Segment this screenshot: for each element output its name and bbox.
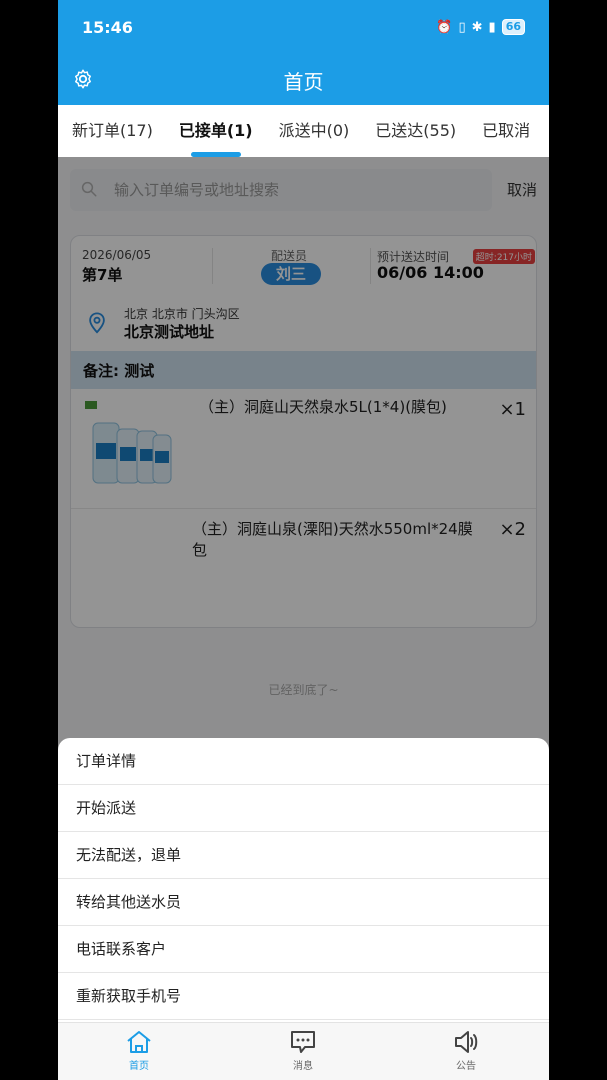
header-bar: 15:46 ⏰ ▯ ✱ ▮ 66 首页 bbox=[58, 0, 549, 105]
alarm-icon: ⏰ bbox=[436, 19, 453, 35]
menu-item-order-details[interactable]: 订单详情 bbox=[58, 738, 549, 785]
tab-delivered[interactable]: 已送达(55) bbox=[375, 105, 456, 157]
battery-icon: 66 bbox=[501, 19, 525, 35]
menu-item-return-order[interactable]: 无法配送，退单 bbox=[58, 832, 549, 879]
status-icons: ⏰ ▯ ✱ ▮ 66 bbox=[436, 19, 525, 35]
tab-delivering[interactable]: 派送中(0) bbox=[279, 105, 350, 157]
home-icon bbox=[127, 1031, 151, 1053]
bottom-nav: 首页 消息 公告 bbox=[58, 1022, 549, 1080]
nav-announcements-label: 公告 bbox=[456, 1061, 476, 1072]
signal-icon: ▮ bbox=[488, 19, 496, 35]
bluetooth-icon: ✱ bbox=[471, 19, 483, 35]
tab-new-orders[interactable]: 新订单(17) bbox=[72, 105, 153, 157]
vibrate-icon: ▯ bbox=[458, 19, 466, 35]
speaker-icon bbox=[455, 1031, 478, 1053]
menu-item-refresh-phone[interactable]: 重新获取手机号 bbox=[58, 973, 549, 1020]
nav-announcements[interactable]: 公告 bbox=[426, 1029, 506, 1072]
nav-messages[interactable]: 消息 bbox=[263, 1029, 343, 1072]
nav-messages-label: 消息 bbox=[293, 1061, 313, 1072]
app-screen: 15:46 ⏰ ▯ ✱ ▮ 66 首页 新订单(17) 已接单(1) 派送中(0… bbox=[58, 0, 549, 1080]
menu-item-transfer[interactable]: 转给其他送水员 bbox=[58, 879, 549, 926]
tab-accepted[interactable]: 已接单(1) bbox=[179, 105, 253, 157]
status-time: 15:46 bbox=[82, 18, 133, 37]
nav-home-label: 首页 bbox=[129, 1061, 149, 1072]
order-tabs: 新订单(17) 已接单(1) 派送中(0) 已送达(55) 已取消 bbox=[58, 105, 549, 157]
tab-cancelled[interactable]: 已取消 bbox=[482, 105, 530, 157]
nav-home[interactable]: 首页 bbox=[99, 1029, 179, 1072]
menu-item-start-delivery[interactable]: 开始派送 bbox=[58, 785, 549, 832]
message-icon bbox=[291, 1031, 315, 1053]
menu-item-call-customer[interactable]: 电话联系客户 bbox=[58, 926, 549, 973]
page-title: 首页 bbox=[283, 70, 324, 94]
